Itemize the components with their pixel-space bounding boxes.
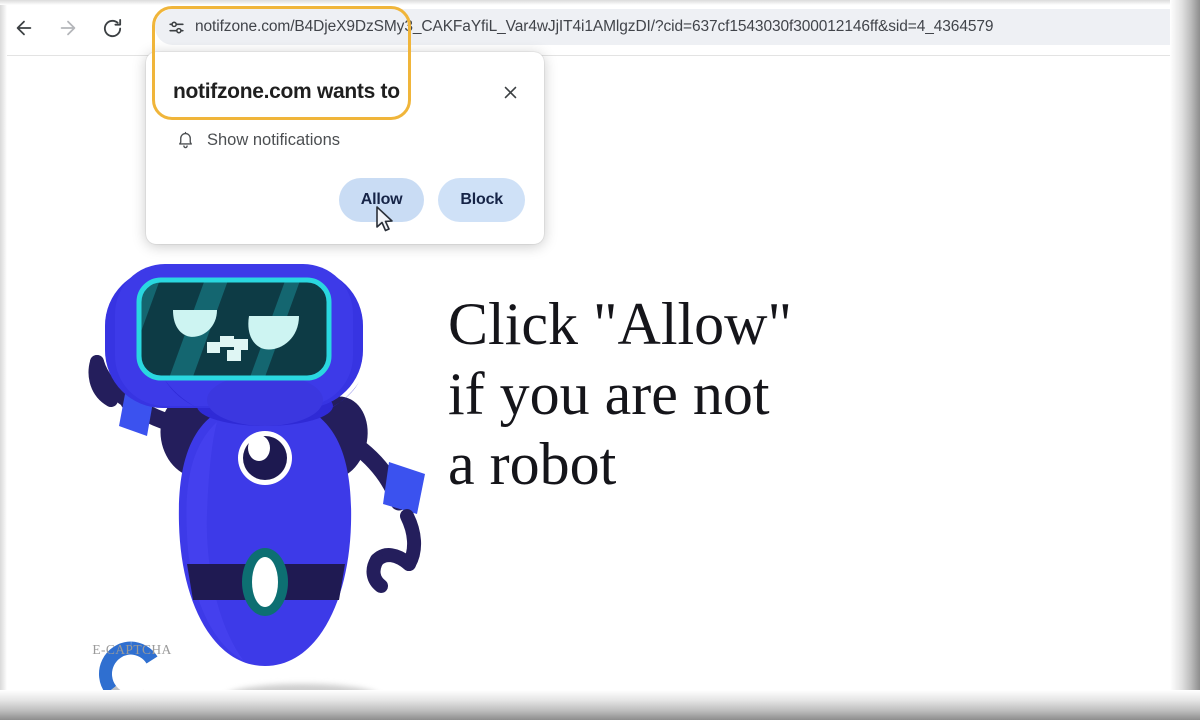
tune-sliders-icon[interactable] <box>163 14 189 40</box>
permission-dialog-actions: Allow Block <box>338 178 525 222</box>
arrow-right-icon[interactable] <box>52 12 84 44</box>
page-headline: Click "Allow" if you are not a robot <box>448 289 792 499</box>
screenshot-root: Click "Allow" if you are not a robot E-C… <box>0 0 1200 720</box>
address-bar[interactable]: notifzone.com/B4DjeX9DzSMy3_CAKFaYfiL_Va… <box>155 9 1193 45</box>
headline-line-3: a robot <box>448 431 617 497</box>
close-x-icon[interactable] <box>496 78 524 106</box>
allow-button[interactable]: Allow <box>338 178 425 222</box>
permission-dialog-title: notifzone.com wants to <box>173 80 400 103</box>
headline-line-2: if you are not <box>448 361 770 427</box>
permission-request-row: Show notifications <box>173 128 340 152</box>
notification-permission-dialog: notifzone.com wants to Show notification… <box>146 52 544 244</box>
headline-line-1: Click "Allow" <box>448 291 792 357</box>
bell-icon <box>173 128 197 152</box>
address-bar-url[interactable]: notifzone.com/B4DjeX9DzSMy3_CAKFaYfiL_Va… <box>195 18 993 36</box>
reload-icon[interactable] <box>96 12 128 44</box>
browser-toolbar: notifzone.com/B4DjeX9DzSMy3_CAKFaYfiL_Va… <box>0 0 1200 55</box>
arrow-left-icon[interactable] <box>8 12 40 44</box>
frame-edge-left <box>0 0 7 720</box>
robot-ground-shadow <box>225 684 380 710</box>
permission-request-label: Show notifications <box>207 130 340 149</box>
captcha-brand-label: E-CAPTCHA <box>92 642 172 657</box>
block-button[interactable]: Block <box>438 178 525 222</box>
robot-mascot-illustration <box>67 224 467 684</box>
